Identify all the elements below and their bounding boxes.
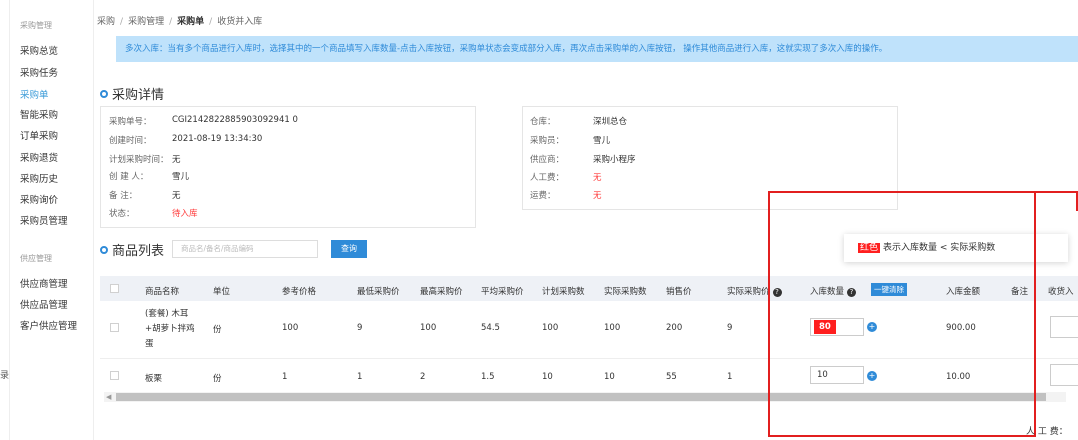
labor-fee-label: 人 工 费：: [1026, 427, 1068, 437]
query-button[interactable]: 查询: [331, 240, 367, 258]
sidebar-item-supply-goods[interactable]: 供应品管理: [20, 297, 68, 311]
horizontal-scrollbar[interactable]: ◀: [104, 392, 1066, 402]
sidebar: 录 采购管理 采购总览 采购任务 采购单 智能采购 订单采购 采购退货 采购历史…: [0, 0, 94, 440]
scrollbar-thumb[interactable]: [116, 393, 1046, 401]
info-tip-banner: 多次入库：当有多个商品进行入库时，选择其中的一个商品填写入库数量-点击入库按钮，…: [116, 36, 1078, 62]
table-cell: 2: [420, 372, 426, 382]
table-cell: 份: [213, 325, 222, 335]
scroll-left-icon[interactable]: ◀: [106, 392, 111, 402]
column-header: 计划采购数: [542, 287, 585, 297]
table-cell-name: (套餐) 木耳 +胡萝卜拌鸡 蛋: [145, 309, 195, 349]
goods-search-input[interactable]: 商品名/备名/商品编码: [172, 240, 318, 258]
help-icon[interactable]: ?: [772, 288, 782, 297]
row-divider: [100, 358, 1078, 359]
breadcrumb-current: 收货并入库: [217, 17, 263, 27]
circle-icon: [100, 90, 108, 98]
red-tag: 红色: [858, 243, 881, 253]
plus-icon[interactable]: +: [867, 371, 877, 381]
collapsed-nav-strip: 录: [0, 0, 10, 440]
sidebar-item-buyers[interactable]: 采购员管理: [20, 213, 68, 227]
table-cell: 1: [727, 372, 733, 382]
table-cell: 9: [357, 323, 363, 333]
column-header: 最高采购价: [420, 287, 463, 297]
column-header: 参考价格: [282, 287, 317, 297]
column-header: 入库金额: [946, 287, 981, 297]
table-cell: 54.5: [481, 323, 500, 333]
sidebar-item-order-purchase[interactable]: 订单采购: [20, 128, 58, 142]
table-cell: 55: [666, 372, 677, 382]
column-header: 平均采购价: [481, 287, 524, 297]
detail-card-right: [522, 106, 898, 210]
circle-icon: [100, 246, 108, 254]
table-cell: 900.00: [946, 323, 976, 333]
breadcrumb-item[interactable]: 采购管理: [128, 17, 164, 27]
column-header: 销售价: [666, 287, 692, 297]
select-all-checkbox[interactable]: [110, 284, 119, 293]
table-cell: 1: [282, 372, 288, 382]
receive-input[interactable]: [1050, 364, 1078, 386]
sidebar-item-suppliers[interactable]: 供应商管理: [20, 276, 68, 290]
sidebar-item-history[interactable]: 采购历史: [20, 171, 58, 185]
receive-input[interactable]: [1050, 316, 1078, 338]
table-cell: 100: [604, 323, 621, 333]
plus-icon[interactable]: +: [867, 322, 877, 332]
column-header: 备注: [1011, 287, 1029, 297]
row-checkbox[interactable]: [110, 371, 119, 380]
section-title-goods: 商品列表: [100, 240, 164, 259]
stock-quantity-input[interactable]: 10: [810, 366, 864, 384]
table-cell: 100: [542, 323, 559, 333]
help-icon[interactable]: ?: [847, 288, 857, 297]
table-cell: 份: [213, 374, 222, 384]
table-cell: 100: [282, 323, 299, 333]
table-cell: 9: [727, 323, 733, 333]
breadcrumb-item[interactable]: 采购: [97, 17, 115, 27]
column-header: 商品名称: [145, 287, 180, 297]
table-cell: 10: [604, 372, 615, 382]
legend-tooltip: 红色 表示入库数量 < 实际采购数: [844, 234, 1068, 262]
stock-quantity-input[interactable]: 80: [810, 318, 864, 336]
column-header: 实际采购价?: [727, 285, 782, 297]
sidebar-group-purchase: 采购管理: [20, 21, 52, 30]
sidebar-item-customer-supply[interactable]: 客户供应管理: [20, 318, 77, 332]
table-cell: 100: [420, 323, 437, 333]
table-cell: 200: [666, 323, 683, 333]
clear-all-button[interactable]: 一键清除: [871, 283, 907, 296]
table-cell: 10: [542, 372, 553, 382]
table-cell: 1.5: [481, 372, 495, 382]
sidebar-item-overview[interactable]: 采购总览: [20, 43, 58, 57]
breadcrumb-item[interactable]: 采购单: [177, 17, 204, 27]
column-header: 实际采购数: [604, 287, 647, 297]
sidebar-item-inquiry[interactable]: 采购询价: [20, 192, 58, 206]
section-title-detail: 采购详情: [100, 84, 164, 103]
table-cell: 1: [357, 372, 363, 382]
breadcrumb: 采购 / 采购管理 / 采购单 / 收货并入库: [97, 17, 263, 27]
column-header: 单位: [213, 287, 231, 297]
column-header: 收货入: [1048, 287, 1074, 297]
sidebar-item-tasks[interactable]: 采购任务: [20, 65, 58, 79]
sidebar-item-smart[interactable]: 智能采购: [20, 107, 58, 121]
sidebar-group-supply: 供应管理: [20, 254, 52, 263]
table-cell-name: 板栗: [145, 374, 163, 384]
column-header: 入库数量?: [810, 285, 857, 297]
sidebar-item-returns[interactable]: 采购退货: [20, 150, 58, 164]
row-checkbox[interactable]: [110, 323, 119, 332]
table-header: [100, 276, 1078, 301]
column-header: 最低采购价: [357, 287, 400, 297]
table-cell: 10.00: [946, 372, 971, 382]
nav-fragment: 录: [0, 371, 10, 381]
sidebar-item-orders[interactable]: 采购单: [20, 87, 49, 101]
